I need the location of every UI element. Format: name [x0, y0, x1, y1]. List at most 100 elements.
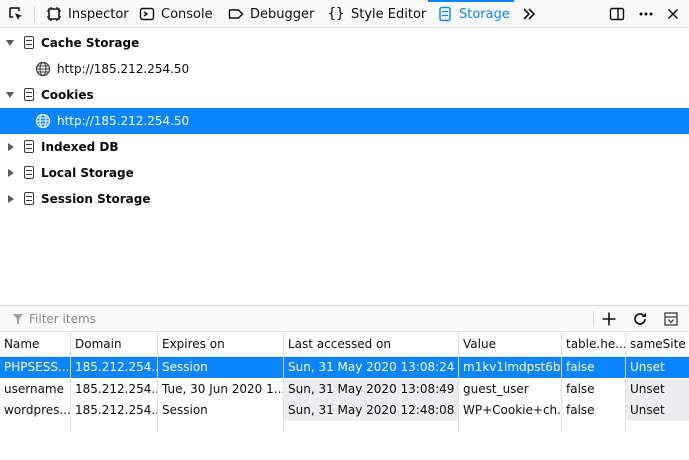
cell-samesite: Unset — [626, 379, 689, 400]
tree-item-label: http://185.212.254.50 — [57, 114, 190, 128]
cell-value: WP+Cookie+ch... — [463, 403, 561, 417]
debugger-icon — [228, 9, 244, 19]
tree-item-cache-storage[interactable]: Cache Storage — [0, 30, 689, 56]
storage-icon — [24, 140, 34, 153]
tree-item-label: Cookies — [41, 88, 94, 102]
tree-item-local-storage[interactable]: Local Storage — [0, 160, 689, 186]
sidebar-toggle-button[interactable] — [661, 310, 681, 328]
dock-side-button[interactable] — [609, 0, 625, 28]
close-icon — [667, 8, 679, 20]
cell-name: wordpres... — [4, 403, 70, 417]
refresh-icon — [634, 312, 646, 325]
globe-icon — [35, 61, 51, 77]
column-header-table-header[interactable]: table.he... — [562, 332, 625, 356]
tree-item-label: http://185.212.254.50 — [57, 62, 190, 76]
cell-value: m1kv1lmdpst6b... — [463, 360, 561, 374]
column-divider[interactable] — [283, 332, 284, 432]
inspector-icon — [47, 7, 61, 21]
tab-label: Storage — [459, 6, 510, 22]
more-options-button[interactable] — [638, 0, 654, 28]
storage-icon — [24, 166, 34, 179]
column-divider[interactable] — [458, 332, 459, 432]
tab-style-editor[interactable]: {} Style Editor — [327, 0, 427, 28]
storage-icon — [24, 88, 34, 101]
storage-icon — [24, 36, 34, 49]
tree-item-label: Session Storage — [41, 192, 151, 206]
table-row[interactable]: PHPSESS... 185.212.254.... Session Sun, … — [0, 357, 689, 378]
globe-icon — [35, 113, 51, 129]
style-editor-icon: {} — [327, 6, 345, 22]
column-header-last-accessed[interactable]: Last accessed on — [284, 332, 458, 356]
filter-bar — [0, 306, 689, 332]
more-dots-icon — [639, 12, 653, 16]
cell-table-header: false — [566, 382, 595, 396]
tab-console[interactable]: Console — [139, 0, 213, 28]
tree-item-cookies[interactable]: Cookies — [0, 82, 689, 108]
tree-item-session-storage[interactable]: Session Storage — [0, 186, 689, 212]
storage-icon — [24, 192, 34, 205]
tab-inspector[interactable]: Inspector — [46, 0, 129, 28]
cell-last-accessed: Sun, 31 May 2020 13:08:49 ... — [284, 379, 458, 400]
table-row[interactable]: wordpres... 185.212.254.... Session Sun,… — [0, 400, 689, 421]
console-icon — [139, 7, 155, 21]
cell-last-accessed: Sun, 31 May 2020 13:08:24 G... — [288, 360, 458, 374]
storage-icon — [439, 6, 451, 22]
tree-item-cookies-host[interactable]: http://185.212.254.50 — [0, 108, 689, 134]
cell-value: guest_user — [463, 382, 529, 396]
cell-expires: Tue, 30 Jun 2020 1... — [162, 382, 283, 396]
tab-label: Console — [161, 6, 213, 22]
tree-item-label: Indexed DB — [41, 140, 119, 154]
column-divider[interactable] — [70, 332, 71, 432]
column-header-samesite[interactable]: sameSite — [626, 332, 689, 356]
add-item-button[interactable] — [599, 310, 619, 328]
cell-samesite: Unset — [630, 360, 665, 374]
tab-label: Debugger — [250, 6, 315, 22]
filter-input[interactable] — [12, 310, 572, 328]
twisty-open-icon[interactable] — [6, 92, 14, 98]
table-row[interactable]: username 185.212.254.... Tue, 30 Jun 202… — [0, 379, 689, 400]
cell-table-header: false — [566, 403, 595, 417]
column-header-value[interactable]: Value — [459, 332, 561, 356]
table-header: Name Domain Expires on Last accessed on … — [0, 332, 689, 357]
refresh-button[interactable] — [630, 310, 650, 328]
tab-label: Inspector — [68, 6, 129, 22]
column-header-name[interactable]: Name — [0, 332, 70, 356]
tree-item-label: Cache Storage — [41, 36, 140, 50]
cell-last-accessed: Sun, 31 May 2020 12:48:08 G... — [284, 400, 458, 421]
cell-expires: Session — [162, 360, 208, 374]
element-picker-icon — [9, 7, 22, 20]
dock-side-icon — [609, 7, 625, 21]
sidebar-toggle-icon — [664, 312, 678, 326]
plus-icon — [602, 312, 616, 326]
column-divider[interactable] — [157, 332, 158, 432]
twisty-closed-icon[interactable] — [8, 169, 14, 177]
tree-item-label: Local Storage — [41, 166, 134, 180]
cell-name: PHPSESS... — [4, 360, 70, 374]
tabs-overflow-button[interactable] — [521, 0, 537, 28]
filter-bar-separator — [593, 311, 594, 327]
tree-item-indexed-db[interactable]: Indexed DB — [0, 134, 689, 160]
column-divider[interactable] — [561, 332, 562, 432]
cell-name: username — [4, 382, 64, 396]
cell-domain: 185.212.254.... — [75, 360, 157, 374]
twisty-closed-icon[interactable] — [8, 195, 14, 203]
chevron-double-right-icon — [523, 8, 536, 20]
cell-domain: 185.212.254.... — [75, 403, 157, 417]
column-divider[interactable] — [625, 332, 626, 432]
twisty-open-icon[interactable] — [6, 40, 14, 46]
devtools-toolbar: Inspector Console Debugger {} Style Edit… — [0, 0, 689, 28]
tab-debugger[interactable]: Debugger — [228, 0, 314, 28]
toolbar-separator — [34, 6, 35, 22]
cell-expires: Session — [162, 403, 208, 417]
tree-item-cache-host[interactable]: http://185.212.254.50 — [0, 56, 689, 82]
column-header-domain[interactable]: Domain — [71, 332, 157, 356]
cell-domain: 185.212.254.... — [75, 382, 157, 396]
close-toolbox-button[interactable] — [665, 0, 681, 28]
twisty-closed-icon[interactable] — [8, 143, 14, 151]
tab-label: Style Editor — [351, 6, 427, 22]
cell-samesite: Unset — [626, 400, 689, 421]
column-header-expires[interactable]: Expires on — [158, 332, 283, 356]
cell-table-header: false — [566, 360, 595, 374]
element-picker-button[interactable] — [8, 0, 24, 28]
tab-storage[interactable]: Storage — [437, 0, 510, 28]
